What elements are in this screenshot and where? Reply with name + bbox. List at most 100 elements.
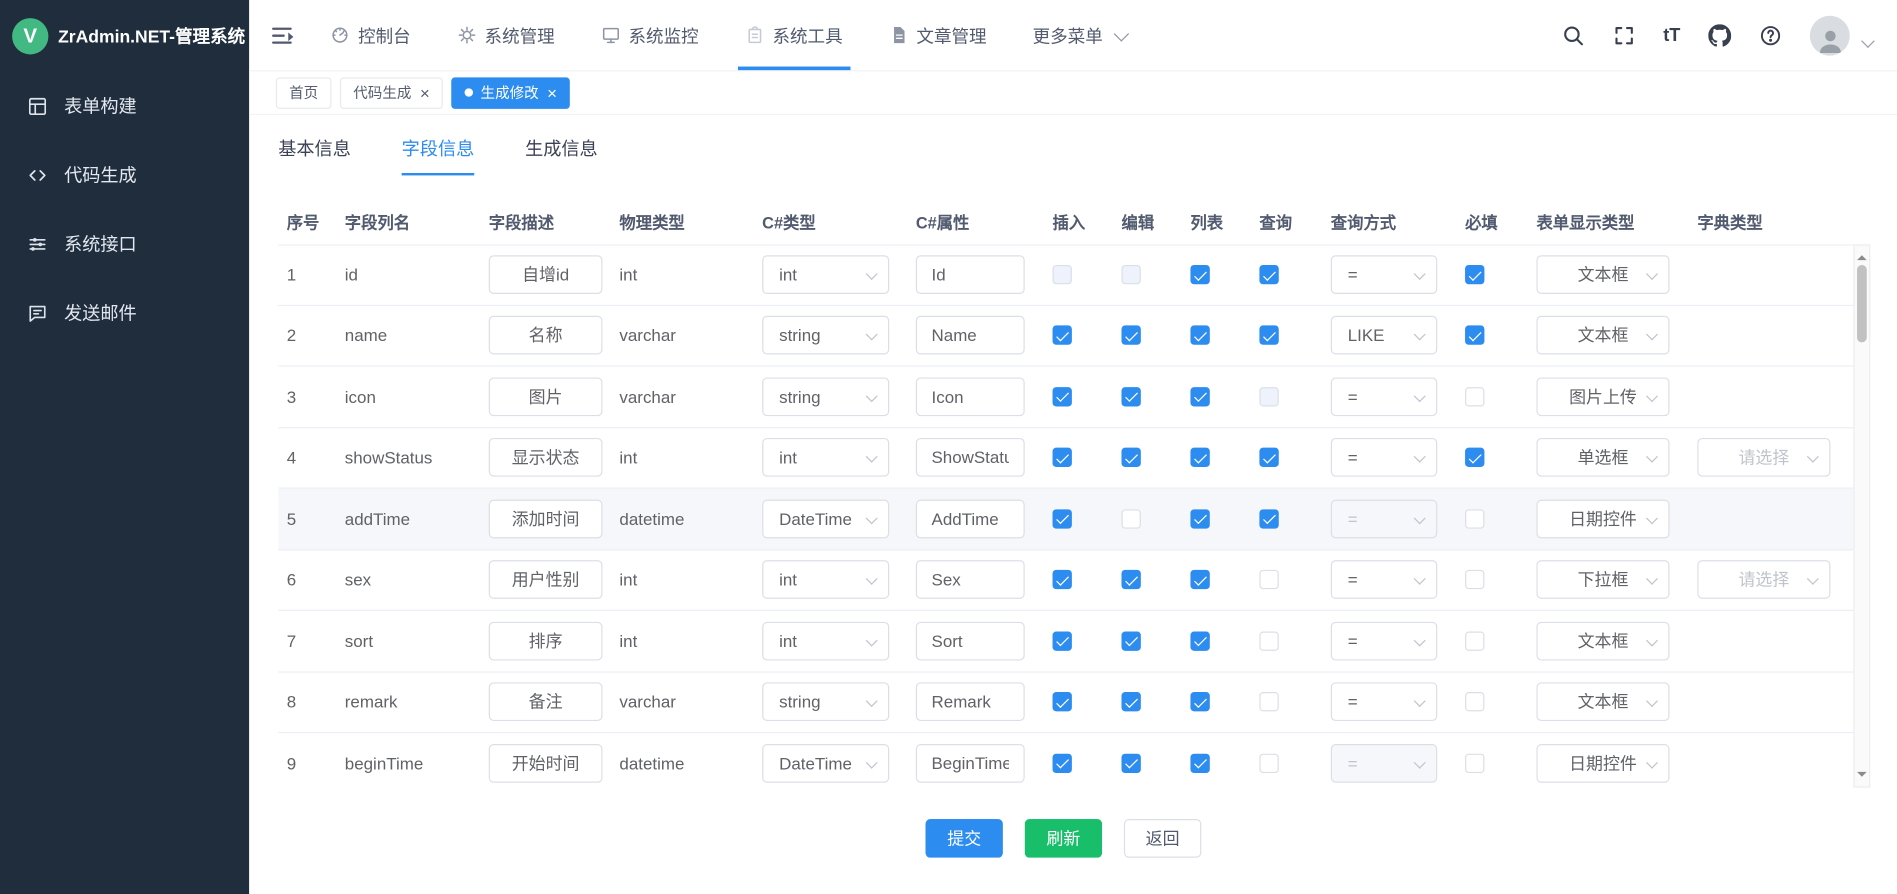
sidebar-item[interactable]: 发送邮件: [0, 278, 249, 347]
edit-checkbox[interactable]: [1121, 448, 1140, 467]
list-checkbox[interactable]: [1190, 692, 1209, 711]
menu-fold-icon[interactable]: [269, 21, 297, 49]
csharp-property-input[interactable]: [916, 622, 1025, 661]
display-type-select[interactable]: 单选框: [1536, 438, 1669, 477]
top-nav-item[interactable]: 系统工具: [745, 0, 843, 70]
field-description-input[interactable]: [489, 744, 603, 783]
field-description-input[interactable]: [489, 377, 603, 416]
insert-checkbox[interactable]: [1053, 387, 1072, 406]
search-icon[interactable]: [1562, 24, 1585, 47]
query-mode-select[interactable]: =: [1331, 438, 1437, 477]
avatar[interactable]: [1810, 15, 1850, 55]
required-checkbox[interactable]: [1465, 448, 1484, 467]
display-type-select[interactable]: 文本框: [1536, 683, 1669, 722]
query-checkbox[interactable]: [1259, 326, 1278, 345]
csharp-property-input[interactable]: [916, 683, 1025, 722]
csharp-property-input[interactable]: [916, 316, 1025, 355]
query-checkbox[interactable]: [1259, 753, 1278, 772]
csharp-type-select[interactable]: DateTime: [762, 744, 889, 783]
edit-checkbox[interactable]: [1121, 326, 1140, 345]
top-nav-item[interactable]: 系统监控: [601, 0, 699, 70]
display-type-select[interactable]: 日期控件: [1536, 744, 1669, 783]
query-checkbox[interactable]: [1259, 509, 1278, 528]
display-type-select[interactable]: 文本框: [1536, 316, 1669, 355]
edit-checkbox[interactable]: [1121, 631, 1140, 650]
list-checkbox[interactable]: [1190, 265, 1209, 284]
csharp-property-input[interactable]: [916, 377, 1025, 416]
view-tag[interactable]: 代码生成×: [340, 77, 443, 108]
sidebar-item[interactable]: 代码生成: [0, 140, 249, 209]
csharp-type-select[interactable]: int: [762, 256, 889, 295]
close-icon[interactable]: ×: [420, 84, 430, 101]
list-checkbox[interactable]: [1190, 509, 1209, 528]
required-checkbox[interactable]: [1465, 265, 1484, 284]
query-mode-select[interactable]: =: [1331, 256, 1437, 295]
query-mode-select[interactable]: =: [1331, 560, 1437, 599]
query-mode-select[interactable]: =: [1331, 683, 1437, 722]
display-type-select[interactable]: 文本框: [1536, 256, 1669, 295]
content-tab[interactable]: 字段信息: [402, 135, 475, 175]
required-checkbox[interactable]: [1465, 387, 1484, 406]
insert-checkbox[interactable]: [1053, 509, 1072, 528]
close-icon[interactable]: ×: [547, 84, 557, 101]
field-description-input[interactable]: [489, 316, 603, 355]
field-description-input[interactable]: [489, 683, 603, 722]
csharp-property-input[interactable]: [916, 499, 1025, 538]
top-nav-item[interactable]: 更多菜单: [1033, 0, 1125, 70]
dict-type-select[interactable]: 请选择: [1697, 438, 1830, 477]
top-nav-item[interactable]: 系统管理: [457, 0, 555, 70]
edit-checkbox[interactable]: [1121, 692, 1140, 711]
insert-checkbox[interactable]: [1053, 631, 1072, 650]
query-mode-select[interactable]: LIKE: [1331, 316, 1437, 355]
view-tag[interactable]: 首页: [276, 77, 332, 108]
query-checkbox[interactable]: [1259, 631, 1278, 650]
list-checkbox[interactable]: [1190, 631, 1209, 650]
github-icon[interactable]: [1708, 24, 1731, 47]
query-checkbox[interactable]: [1259, 692, 1278, 711]
font-size-icon[interactable]: tT: [1663, 24, 1680, 47]
back-button[interactable]: 返回: [1124, 819, 1201, 858]
content-tab[interactable]: 基本信息: [278, 135, 351, 175]
insert-checkbox[interactable]: [1053, 448, 1072, 467]
field-description-input[interactable]: [489, 499, 603, 538]
csharp-type-select[interactable]: int: [762, 438, 889, 477]
query-mode-select[interactable]: =: [1331, 377, 1437, 416]
csharp-property-input[interactable]: [916, 560, 1025, 599]
edit-checkbox[interactable]: [1121, 753, 1140, 772]
query-checkbox[interactable]: [1259, 265, 1278, 284]
sidebar-item[interactable]: 表单构建: [0, 71, 249, 140]
required-checkbox[interactable]: [1465, 509, 1484, 528]
field-description-input[interactable]: [489, 438, 603, 477]
scrollbar-thumb[interactable]: [1857, 265, 1867, 342]
list-checkbox[interactable]: [1190, 326, 1209, 345]
sidebar-item[interactable]: 系统接口: [0, 209, 249, 278]
display-type-select[interactable]: 文本框: [1536, 622, 1669, 661]
query-checkbox[interactable]: [1259, 448, 1278, 467]
display-type-select[interactable]: 日期控件: [1536, 499, 1669, 538]
edit-checkbox[interactable]: [1121, 509, 1140, 528]
required-checkbox[interactable]: [1465, 692, 1484, 711]
insert-checkbox[interactable]: [1053, 326, 1072, 345]
list-checkbox[interactable]: [1190, 570, 1209, 589]
field-description-input[interactable]: [489, 560, 603, 599]
required-checkbox[interactable]: [1465, 326, 1484, 345]
vertical-scrollbar[interactable]: [1853, 244, 1870, 787]
csharp-type-select[interactable]: string: [762, 377, 889, 416]
insert-checkbox[interactable]: [1053, 753, 1072, 772]
dict-type-select[interactable]: 请选择: [1697, 560, 1830, 599]
query-checkbox[interactable]: [1259, 570, 1278, 589]
scroll-up-icon[interactable]: [1857, 250, 1867, 260]
insert-checkbox[interactable]: [1053, 692, 1072, 711]
help-icon[interactable]: [1759, 24, 1782, 47]
field-description-input[interactable]: [489, 622, 603, 661]
csharp-type-select[interactable]: string: [762, 683, 889, 722]
scroll-down-icon[interactable]: [1857, 772, 1867, 782]
view-tag[interactable]: 生成修改×: [452, 77, 571, 108]
csharp-type-select[interactable]: int: [762, 560, 889, 599]
insert-checkbox[interactable]: [1053, 570, 1072, 589]
display-type-select[interactable]: 下拉框: [1536, 560, 1669, 599]
display-type-select[interactable]: 图片上传: [1536, 377, 1669, 416]
required-checkbox[interactable]: [1465, 570, 1484, 589]
content-tab[interactable]: 生成信息: [525, 135, 598, 175]
csharp-property-input[interactable]: [916, 438, 1025, 477]
